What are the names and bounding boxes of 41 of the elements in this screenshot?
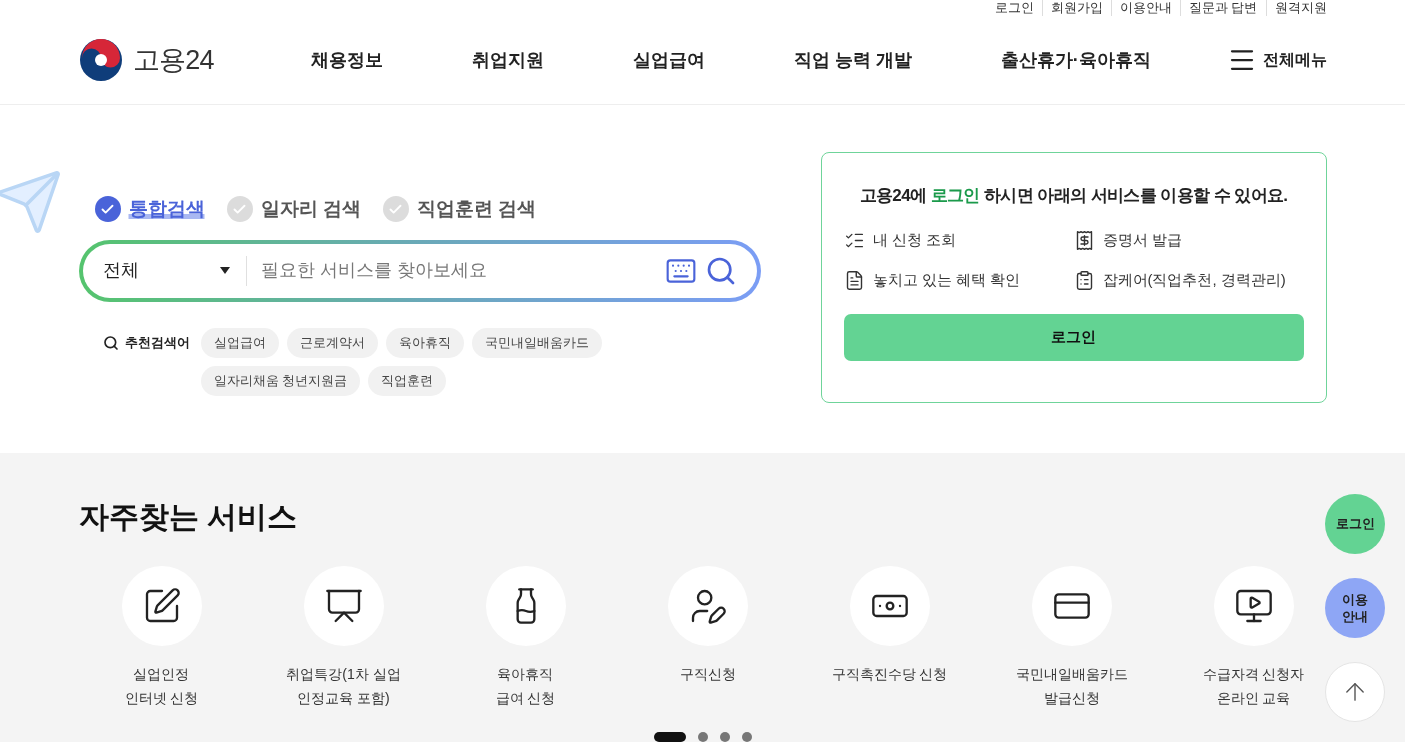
nav-link[interactable]: 직업 능력 개발 — [793, 46, 912, 74]
nav-link[interactable]: 출산휴가·육아휴직 — [1000, 46, 1151, 74]
keyword-chip[interactable]: 일자리채움 청년지원금 — [200, 365, 361, 396]
service-label[interactable]: 수급자격 신청자 온라인 교육 — [1202, 662, 1305, 710]
service-label[interactable]: 구직촉진수당 신청 — [831, 662, 948, 686]
scope-select[interactable]: 전체 — [102, 257, 238, 284]
keyword-chip[interactable]: 실업급여 — [200, 327, 279, 358]
logo-text[interactable]: 고용24 — [132, 39, 214, 81]
search-tab[interactable]: 통합검색 — [94, 195, 205, 224]
top-link[interactable]: 회원가입 — [1041, 0, 1111, 16]
service-link[interactable]: 놓치고 있는 혜택 확인 — [843, 268, 1074, 293]
login-card-title: 고용24에 로그인 하시면 아래의 서비스를 이용할 수 있어요. — [858, 185, 1289, 207]
nav-link[interactable]: 채용정보 — [310, 46, 383, 74]
top-link[interactable]: 로그인 — [986, 0, 1042, 16]
top-link[interactable]: 이용안내 — [1110, 0, 1180, 16]
search-field[interactable]: 전체 필요한 서비스를 찾아보세요 — [78, 239, 761, 302]
keyword-chip[interactable]: 국민내일배움카드 — [471, 327, 602, 358]
top-link[interactable]: 원격지원 — [1265, 0, 1327, 16]
service-label[interactable]: 취업특강(1차 실업 인정교육 포함) — [286, 662, 401, 710]
all-menu-button[interactable]: 전체메뉴 — [1226, 45, 1327, 75]
keyword-chip[interactable]: 근로계약서 — [286, 327, 378, 358]
service-label[interactable]: 국민내일배움카드 발급신청 — [1015, 662, 1128, 710]
recommended-label: 추천검색어 — [124, 333, 190, 352]
section-title: 자주찾는 서비스 — [78, 499, 298, 535]
login-button[interactable]: 로그인 — [843, 313, 1304, 361]
top-link[interactable]: 질문과 답변 — [1179, 0, 1266, 16]
search-tab[interactable]: 일자리 검색 — [226, 195, 361, 224]
service-link[interactable]: 증명서 발급 — [1073, 228, 1304, 253]
service-label[interactable]: 육아휴직 급여 신청 — [495, 662, 556, 710]
search-tab[interactable]: 직업훈련 검색 — [382, 195, 537, 224]
service-link[interactable]: 잡케어(직업추천, 경력관리) — [1073, 268, 1304, 293]
caret-icon — [219, 267, 230, 274]
service-link[interactable]: 내 신청 조회 — [843, 228, 1074, 253]
nav-link[interactable]: 실업급여 — [632, 46, 705, 74]
search-icon — [102, 334, 119, 351]
nav-link[interactable]: 취업지원 — [471, 46, 544, 74]
service-label[interactable]: 실업인정 인터넷 신청 — [124, 662, 199, 710]
service-label[interactable]: 구직신청 — [679, 662, 736, 686]
logo-emblem-icon — [78, 38, 123, 82]
keyword-chip[interactable]: 육아휴직 — [385, 327, 464, 358]
keyword-chip[interactable]: 직업훈련 — [368, 365, 447, 396]
